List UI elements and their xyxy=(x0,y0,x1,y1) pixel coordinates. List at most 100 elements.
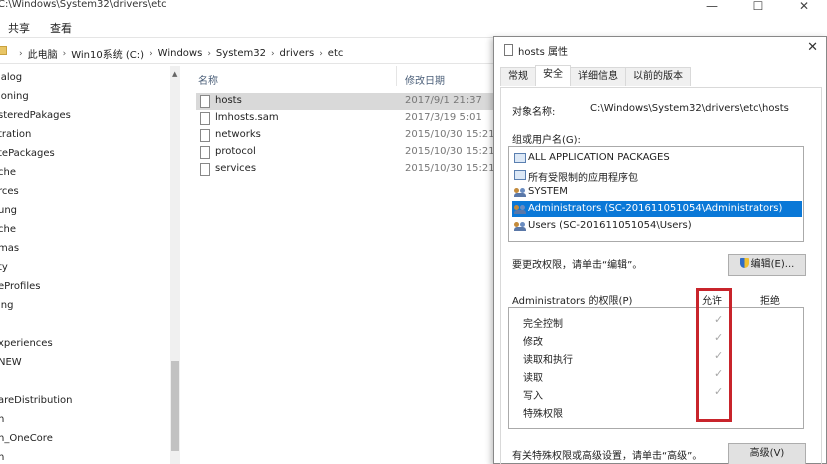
file-icon xyxy=(200,146,210,159)
tab-details[interactable]: 详细信息 xyxy=(570,67,626,86)
nav-item[interactable]: tration xyxy=(0,129,31,140)
nav-item[interactable]: rces xyxy=(0,186,19,197)
tab-general[interactable]: 常规 xyxy=(500,67,536,86)
nav-item[interactable]: steredPakages xyxy=(0,110,71,121)
user-item-restricted-packages[interactable]: 所有受限制的应用程序包 xyxy=(512,167,802,184)
nav-scrollbar[interactable]: ▲ xyxy=(170,66,180,464)
dialog-tabs: 常规 安全 详细信息 以前的版本 xyxy=(500,65,691,87)
nav-item[interactable]: n xyxy=(0,452,4,463)
package-icon xyxy=(514,170,526,180)
package-icon xyxy=(514,153,526,163)
nav-item[interactable]: NEW xyxy=(0,357,22,368)
file-name: services xyxy=(215,163,257,174)
chevron-right-icon: › xyxy=(319,48,323,59)
file-row-networks[interactable]: networks 2015/10/30 15:21 xyxy=(196,127,496,144)
nav-item[interactable]: h_OneCore xyxy=(0,433,53,444)
nav-item[interactable]: eProfiles xyxy=(0,281,40,292)
file-icon xyxy=(200,163,210,176)
permission-write: 写入 xyxy=(523,391,543,402)
permission-read-execute: 读取和执行 xyxy=(523,355,573,366)
scrollbar-thumb[interactable] xyxy=(171,361,179,451)
explorer-title-bar: C:\Windows\System32\drivers\etc — ☐ ✕ xyxy=(0,0,827,14)
file-name: networks xyxy=(215,129,261,140)
folder-icon xyxy=(0,46,7,55)
change-permissions-hint: 要更改权限，请单击“编辑”。 xyxy=(512,260,643,271)
user-group-icon xyxy=(514,204,526,214)
file-name: lmhosts.sam xyxy=(215,112,279,123)
column-divider[interactable] xyxy=(396,66,397,86)
permission-modify: 修改 xyxy=(523,337,543,348)
file-row-hosts[interactable]: hosts 2017/9/1 21:37 xyxy=(196,93,496,110)
chevron-right-icon: › xyxy=(149,48,153,59)
nav-item[interactable]: xperiences xyxy=(0,338,53,349)
chevron-right-icon: › xyxy=(270,48,275,59)
user-group-icon xyxy=(514,221,526,231)
ribbon-tab-share[interactable]: 共享 xyxy=(8,20,30,36)
nav-item[interactable]: ialog xyxy=(0,72,22,83)
breadcrumb-drive-c[interactable]: Win10系统 (C:) xyxy=(71,46,144,61)
nav-item[interactable]: che xyxy=(0,224,16,235)
nav-item[interactable]: ioning xyxy=(0,91,29,102)
user-group-icon xyxy=(514,187,526,197)
file-row-services[interactable]: services 2015/10/30 15:21 xyxy=(196,161,496,178)
nav-item[interactable]: ing xyxy=(0,300,13,311)
ribbon-tab-view[interactable]: 查看 xyxy=(50,20,72,36)
deny-header: 拒绝 xyxy=(760,296,780,307)
permissions-header: Administrators 的权限(P) xyxy=(512,296,633,307)
advanced-button[interactable]: 高级(V) xyxy=(728,443,806,464)
user-item-all-app-packages[interactable]: ALL APPLICATION PACKAGES xyxy=(512,150,802,166)
chevron-right-icon: › xyxy=(62,48,67,59)
user-item-users[interactable]: Users (SC-201611051054\Users) xyxy=(512,218,802,234)
nav-item[interactable]: areDistribution xyxy=(0,395,73,406)
nav-item[interactable]: mas xyxy=(0,243,19,254)
user-item-administrators[interactable]: Administrators (SC-201611051054\Administ… xyxy=(512,201,802,217)
file-date: 2015/10/30 15:21 xyxy=(405,163,495,174)
file-date: 2017/9/1 21:37 xyxy=(405,95,482,106)
user-item-system[interactable]: SYSTEM xyxy=(512,184,802,200)
file-row-lmhosts[interactable]: lmhosts.sam 2017/3/19 5:01 xyxy=(196,110,496,127)
minimize-button[interactable]: — xyxy=(689,0,735,16)
nav-item[interactable]: h xyxy=(0,414,4,425)
file-date: 2017/3/19 5:01 xyxy=(405,112,482,123)
chevron-right-icon: › xyxy=(207,48,211,59)
column-header-modified[interactable]: 修改日期 xyxy=(405,72,445,87)
file-date: 2015/10/30 15:21 xyxy=(405,129,495,140)
user-name: 所有受限制的应用程序包 xyxy=(528,173,638,184)
window-controls: — ☐ ✕ xyxy=(689,0,827,16)
nav-item[interactable]: che xyxy=(0,167,16,178)
dialog-title: hosts 属性 xyxy=(518,47,568,58)
document-icon xyxy=(504,44,513,56)
groups-users-label: 组或用户名(G): xyxy=(512,135,581,146)
breadcrumb-this-pc[interactable]: 此电脑 xyxy=(28,46,58,61)
edit-button[interactable]: 编辑(E)... xyxy=(728,254,806,276)
close-window-button[interactable]: ✕ xyxy=(781,0,827,16)
users-listbox[interactable]: ALL APPLICATION PACKAGES 所有受限制的应用程序包 SYS… xyxy=(508,146,804,242)
breadcrumb-etc[interactable]: etc xyxy=(328,48,344,59)
file-date: 2015/10/30 15:21 xyxy=(405,146,495,157)
chevron-right-icon: › xyxy=(19,48,23,59)
file-icon xyxy=(200,129,210,142)
maximize-button[interactable]: ☐ xyxy=(735,0,781,16)
breadcrumb-system32[interactable]: System32 xyxy=(216,48,266,59)
breadcrumb-windows[interactable]: Windows xyxy=(158,48,203,59)
object-name-value: C:\Windows\System32\drivers\etc\hosts xyxy=(590,103,789,114)
permissions-list: 完全控制 ✓ 修改 ✓ 读取和执行 ✓ 读取 ✓ 写入 ✓ 特殊权限 xyxy=(508,307,804,429)
file-name: hosts xyxy=(215,95,242,106)
user-name: SYSTEM xyxy=(528,186,568,197)
permission-special: 特殊权限 xyxy=(523,409,563,420)
breadcrumb: › 此电脑 › Win10系统 (C:) › Windows › System3… xyxy=(14,46,343,61)
breadcrumb-drivers[interactable]: drivers xyxy=(280,48,315,59)
user-name: ALL APPLICATION PACKAGES xyxy=(528,152,670,163)
tab-previous-versions[interactable]: 以前的版本 xyxy=(625,67,691,86)
column-header-name[interactable]: 名称 xyxy=(198,72,218,87)
allow-column-highlight xyxy=(696,288,732,422)
file-name: protocol xyxy=(215,146,256,157)
close-icon[interactable]: ✕ xyxy=(807,40,818,55)
nav-item[interactable]: tePackages xyxy=(0,148,55,159)
scroll-up-icon[interactable]: ▲ xyxy=(172,70,177,78)
nav-item[interactable]: ty xyxy=(0,262,8,273)
object-name-label: 对象名称: xyxy=(512,107,556,118)
tab-security[interactable]: 安全 xyxy=(535,65,571,86)
file-row-protocol[interactable]: protocol 2015/10/30 15:21 xyxy=(196,144,496,161)
nav-item[interactable]: ung xyxy=(0,205,17,216)
